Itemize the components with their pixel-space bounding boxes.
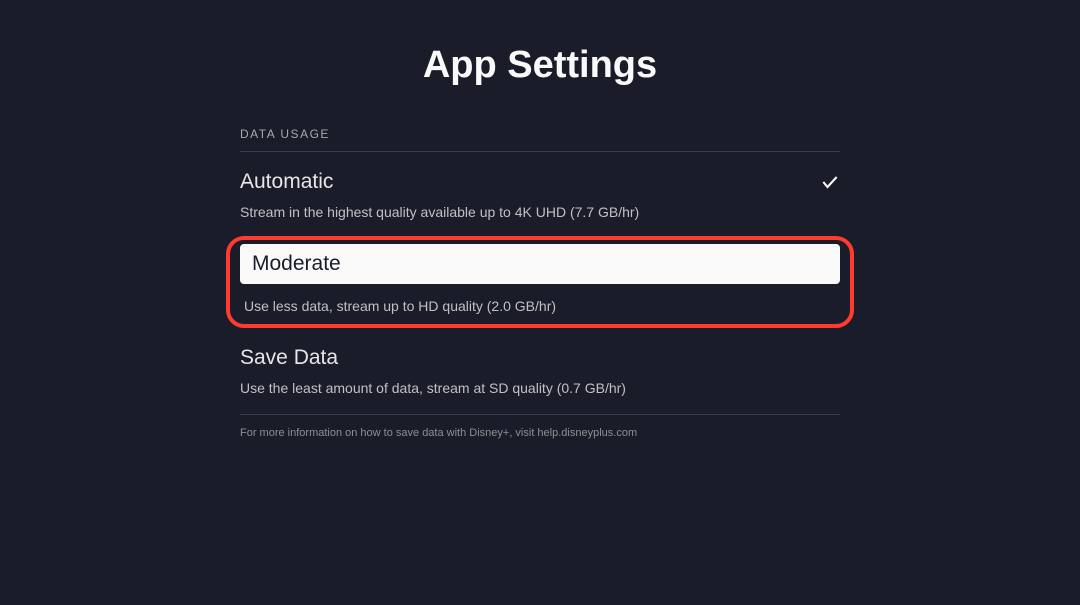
option-save-data-desc: Use the least amount of data, stream at …	[240, 380, 840, 396]
option-moderate-title: Moderate	[252, 252, 341, 275]
footer-note: For more information on how to save data…	[240, 414, 840, 439]
option-save-data[interactable]: Save Data Use the least amount of data, …	[240, 328, 840, 412]
option-moderate[interactable]: Moderate Use less data, stream up to HD …	[226, 236, 854, 328]
option-automatic[interactable]: Automatic Stream in the highest quality …	[240, 152, 840, 236]
option-save-data-title: Save Data	[240, 346, 338, 370]
section-header-data-usage: DATA USAGE	[240, 127, 840, 152]
settings-panel: DATA USAGE Automatic Stream in the highe…	[240, 127, 840, 439]
option-moderate-focus: Moderate	[240, 244, 840, 284]
option-automatic-desc: Stream in the highest quality available …	[240, 204, 840, 220]
option-moderate-desc: Use less data, stream up to HD quality (…	[240, 298, 840, 314]
check-icon	[820, 172, 840, 192]
option-automatic-title: Automatic	[240, 170, 333, 194]
page-title: App Settings	[423, 44, 657, 87]
